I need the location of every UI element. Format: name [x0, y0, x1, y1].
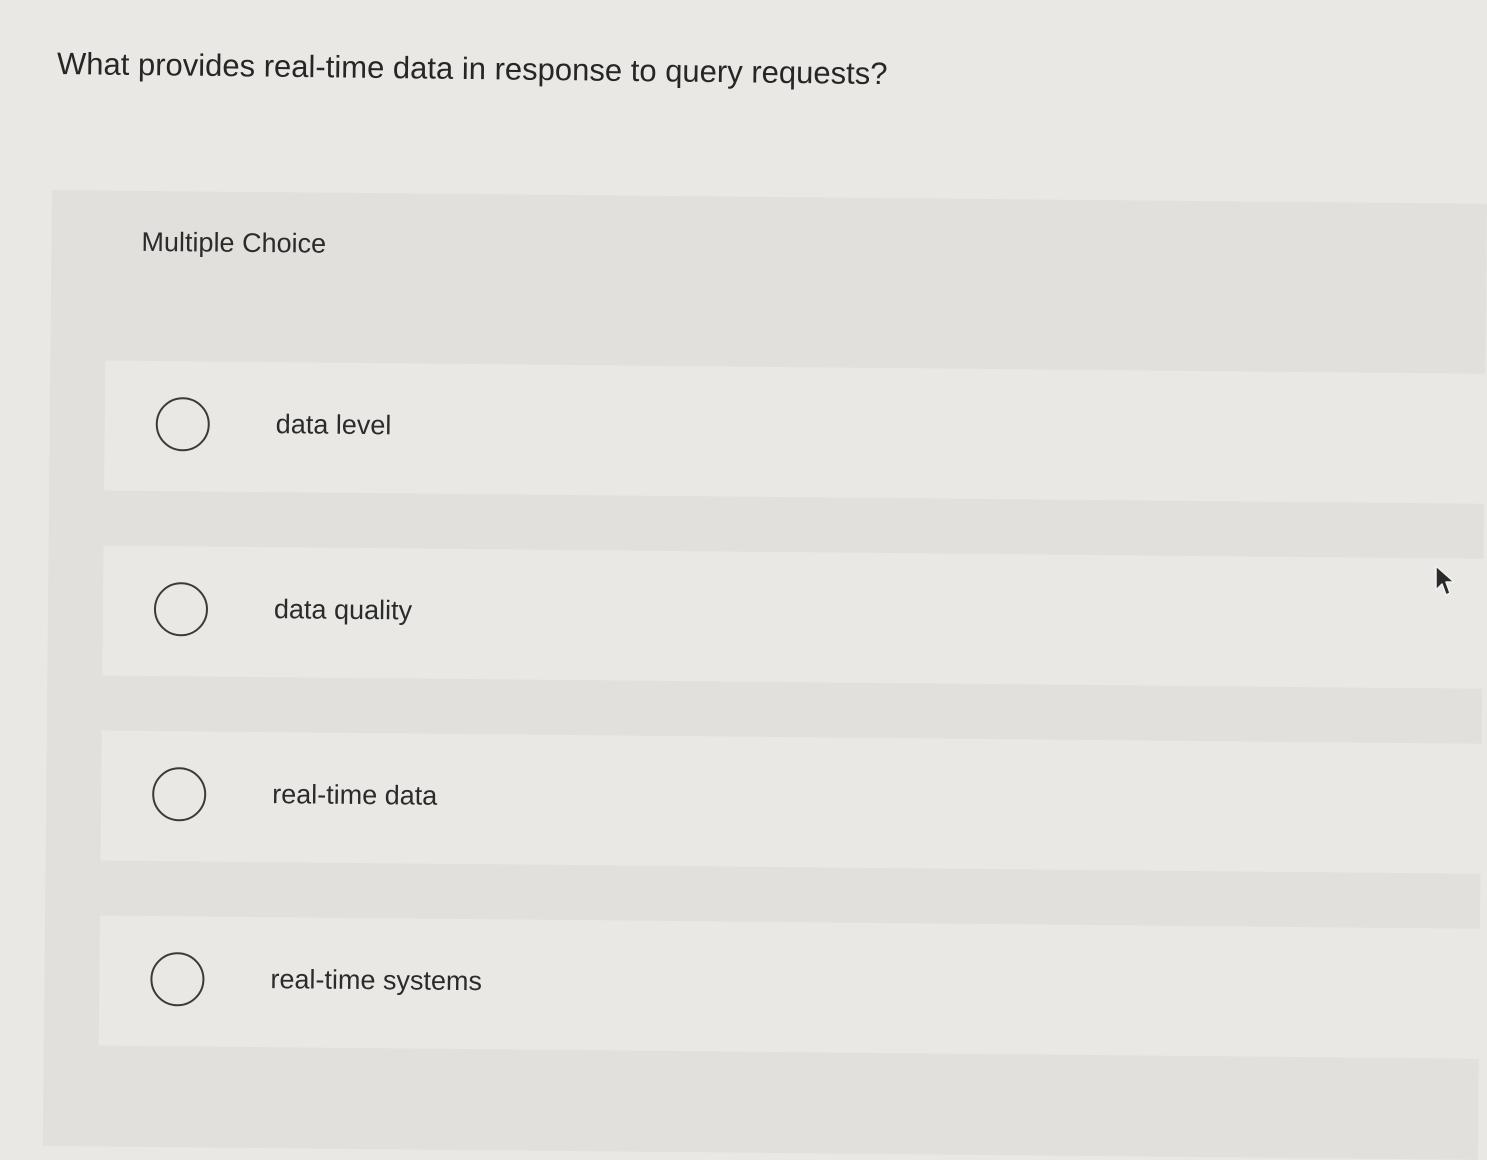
answer-option-4[interactable]: real-time systems [98, 915, 1480, 1059]
radio-unchecked-icon[interactable] [155, 397, 211, 452]
answer-option-label: data level [275, 409, 392, 441]
answer-option-label: data quality [273, 594, 413, 626]
answer-option-3[interactable]: real-time data [100, 730, 1482, 874]
radio-unchecked-icon[interactable] [153, 581, 209, 637]
answer-option-1[interactable]: data level [104, 360, 1486, 504]
answer-option-2[interactable]: data quality [102, 545, 1484, 689]
answer-option-label: real-time data [272, 779, 438, 811]
question-type-label: Multiple Choice [141, 226, 327, 259]
mouse-pointer-icon [1435, 565, 1455, 596]
radio-unchecked-icon[interactable] [151, 766, 207, 822]
answer-option-label: real-time systems [270, 964, 483, 997]
multiple-choice-panel: Multiple Choice data level data quality … [42, 190, 1487, 1160]
question-text: What provides real-time data in response… [56, 46, 888, 92]
radio-unchecked-icon[interactable] [150, 951, 205, 1007]
